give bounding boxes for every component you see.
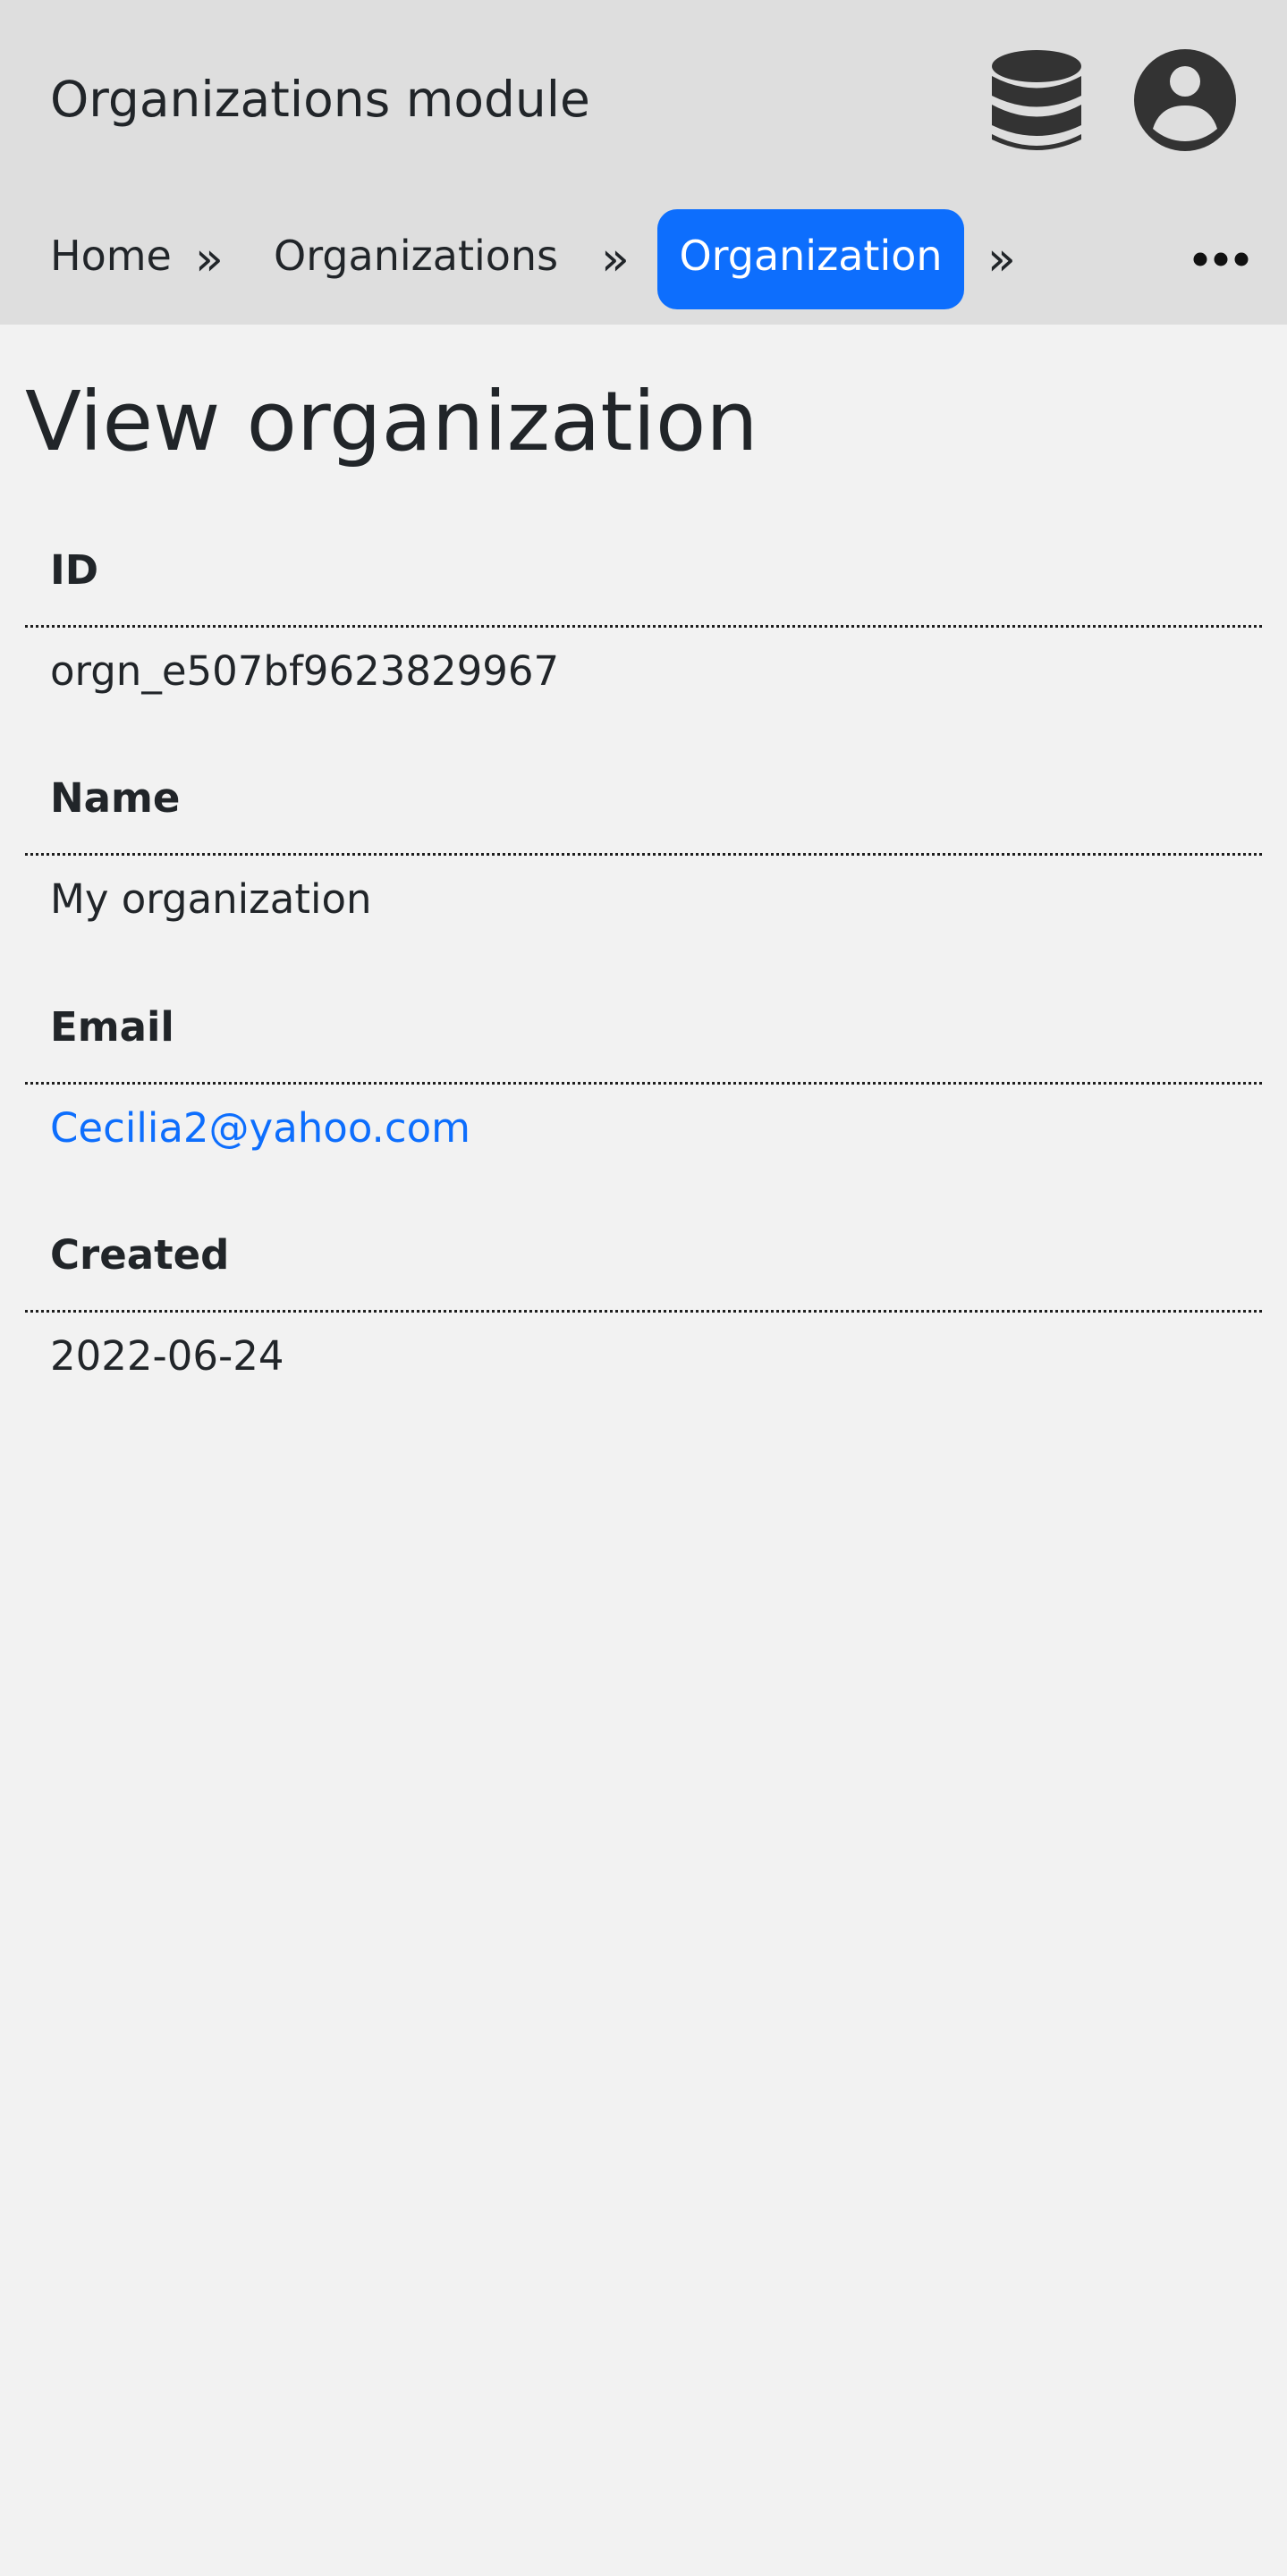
field-value: 2022-06-24 [50, 1332, 284, 1380]
field-label: Email [50, 1003, 174, 1051]
field-label: Created [50, 1231, 230, 1279]
ellipsis-icon[interactable] [1190, 238, 1252, 281]
field-value: My organization [50, 875, 372, 923]
field-label: Name [50, 774, 181, 822]
breadcrumb-separator: » [987, 232, 1016, 286]
app-header: Organizations module Home » Organization… [0, 0, 1287, 325]
app-title: Organizations module [50, 71, 590, 128]
email-link[interactable]: Cecilia2@yahoo.com [50, 1085, 470, 1174]
breadcrumb-separator: » [601, 232, 630, 286]
database-icon[interactable] [987, 46, 1086, 156]
page-title: View organization [25, 374, 758, 469]
field-id: ID orgn_e507bf9623829967 [25, 520, 1262, 748]
field-name: Name My organization [25, 748, 1262, 976]
field-value: orgn_e507bf9623829967 [50, 647, 560, 695]
breadcrumb-home[interactable]: Home [50, 209, 172, 309]
breadcrumb-organizations[interactable]: Organizations [274, 209, 558, 309]
breadcrumb-separator: » [195, 232, 224, 286]
field-created: Created 2022-06-24 [25, 1205, 1262, 1433]
field-label: ID [50, 546, 99, 594]
breadcrumb: Home » Organizations » Organization » [0, 209, 1287, 309]
field-email: Email Cecilia2@yahoo.com [25, 977, 1262, 1205]
breadcrumb-organization-active[interactable]: Organization [657, 209, 964, 309]
user-circle-icon[interactable] [1133, 48, 1237, 152]
